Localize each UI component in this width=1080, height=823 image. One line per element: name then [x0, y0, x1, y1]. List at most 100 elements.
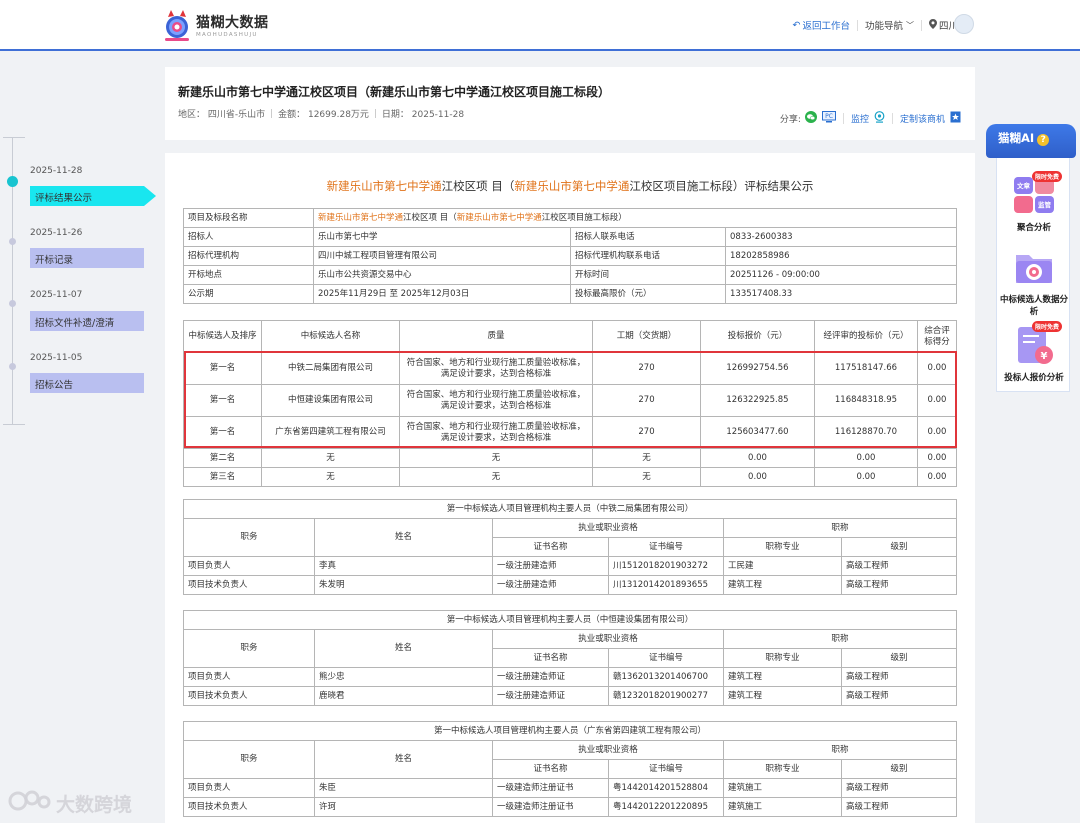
person-name-cell: 李真 — [314, 556, 493, 576]
column-header: 综合评标得分 — [917, 320, 957, 353]
cert-name-cell: 一级建造师注册证书 — [492, 778, 609, 798]
bookmark-icon[interactable] — [950, 111, 961, 126]
column-header: 级别 — [840, 759, 958, 779]
watermark: 大数跨境 — [8, 788, 132, 819]
pc-icon[interactable]: PC — [821, 111, 836, 126]
ai-panel-header[interactable]: 猫糊AI? — [986, 124, 1076, 158]
timeline-date: 2025-11-26 — [30, 228, 83, 238]
back-to-workbench-link[interactable]: ↶ 返回工作台 — [785, 18, 856, 33]
bid-price-cell: 0.00 — [700, 467, 815, 487]
free-badge: 限时免费 — [1031, 321, 1062, 332]
cert-number-cell: 粤1442014201528804 — [608, 778, 724, 798]
rank-cell: 第三名 — [183, 467, 262, 487]
customize-opportunity-link[interactable]: 定制该商机 — [900, 112, 945, 125]
monitor-icon[interactable] — [874, 111, 885, 126]
table-row: 开标地点 乐山市公共资源交易中心 开标时间 20251126 - 09:00:0… — [183, 265, 958, 285]
cert-number-cell: 赣1232018201900277 — [608, 686, 724, 706]
cell-label: 投标最高限价（元） — [570, 284, 726, 304]
table-row: 项目负责人 熊少忠 一级注册建造师证 赣1362013201406700 建筑工… — [183, 667, 958, 687]
title-level-cell: 高级工程师 — [840, 667, 958, 687]
cat-logo-icon — [162, 7, 192, 43]
site-logo[interactable]: 猫糊大数据 MAOHUDASHUJU — [162, 6, 272, 44]
help-icon[interactable]: ? — [1037, 134, 1050, 146]
table-row: 项目技术负责人 鹿晓君 一级注册建造师证 赣1232018201900277 建… — [183, 686, 958, 706]
function-nav-dropdown[interactable]: 功能导航 ﹀ — [858, 18, 921, 33]
duration-cell: 无 — [592, 448, 701, 468]
timeline-date: 2025-11-28 — [30, 166, 83, 176]
project-name-cell: 新建乐山市第七中学通江校区项 目（新建乐山市第七中学通江校区项目施工标段） — [312, 208, 958, 228]
column-header: 级别 — [840, 648, 958, 668]
timeline-dot — [9, 238, 16, 245]
project-info-table: 项目及标段名称 新建乐山市第七中学通江校区项 目（新建乐山市第七中学通江校区项目… — [183, 208, 958, 304]
table-row: 公示期 2025年11月29日 至 2025年12月03日 投标最高限价（元） … — [183, 284, 958, 304]
title-major-cell: 建筑工程 — [723, 667, 842, 687]
cell-label: 招标代理机构联系电话 — [570, 246, 726, 266]
timeline-cap — [3, 424, 25, 425]
table-row: 招标人 乐山市第七中学 招标人联系电话 0833-2600383 — [183, 227, 958, 247]
wechat-icon[interactable] — [804, 111, 817, 126]
column-header: 姓名 — [314, 740, 493, 779]
evaluated-price-cell: 117518147.66 — [814, 352, 918, 385]
cert-name-cell: 一级建造师注册证书 — [492, 797, 609, 817]
table-row: 第一名 中恒建设集团有限公司 符合国家、地方和行业现行施工质量验收标准，满足设计… — [183, 384, 957, 417]
bid-price-cell: 126992754.56 — [700, 352, 815, 385]
cert-number-cell: 川1512018201903272 — [608, 556, 724, 576]
column-header: 职务 — [183, 740, 315, 779]
title-major-cell: 建筑施工 — [723, 797, 842, 817]
table-row: 招标代理机构 四川中城工程项目管理有限公司 招标代理机构联系电话 1820285… — [183, 246, 958, 266]
cert-name-cell: 一级注册建造师证 — [492, 686, 609, 706]
table-row: 项目负责人 李真 一级注册建造师 川1512018201903272 工民建 高… — [183, 556, 958, 576]
column-header: 职称专业 — [723, 759, 842, 779]
timeline-item-bid-opening[interactable]: 开标记录 — [30, 248, 144, 268]
monitor-link[interactable]: 监控 — [851, 112, 869, 125]
aggregate-analysis-button[interactable]: 文章 监管 限时免费 聚合分析 — [997, 171, 1071, 233]
timeline-date: 2025-11-05 — [30, 353, 83, 363]
column-header: 质量 — [399, 320, 593, 353]
table-row: 项目及标段名称 新建乐山市第七中学通江校区项 目（新建乐山市第七中学通江校区项目… — [183, 208, 958, 228]
score-cell: 0.00 — [917, 448, 957, 468]
evaluated-price-cell: 0.00 — [814, 467, 918, 487]
timeline-item-tender-notice[interactable]: 招标公告 — [30, 373, 144, 393]
timeline-dot-active — [7, 176, 18, 187]
evaluated-price-cell: 0.00 — [814, 448, 918, 468]
column-header: 中标候选人名称 — [261, 320, 400, 353]
opening-time-value: 20251126 - 09:00:00 — [724, 265, 958, 285]
staff-table: 第一中标候选人项目管理机构主要人员（广东省第四建筑工程有限公司） 职务 姓名 执… — [182, 721, 958, 817]
person-name-cell: 朱臣 — [314, 778, 493, 798]
title-level-cell: 高级工程师 — [840, 778, 958, 798]
column-header: 姓名 — [314, 629, 493, 668]
watermark-logo-icon — [8, 788, 52, 819]
cell-label: 项目及标段名称 — [183, 208, 314, 228]
ai-side-panel: 文章 监管 限时免费 聚合分析 中标候选人数据分析 ¥ 限时免费 投标人报价分析 — [996, 150, 1070, 392]
candidate-name-cell: 中恒建设集团有限公司 — [261, 384, 400, 417]
rank-cell: 第一名 — [183, 352, 262, 385]
publicity-period-value: 2025年11月29日 至 2025年12月03日 — [313, 284, 571, 304]
column-header: 姓名 — [314, 518, 493, 557]
bid-price-cell: 0.00 — [700, 448, 815, 468]
timeline-item-evaluation-result[interactable]: 评标结果公示 — [30, 186, 156, 206]
timeline-item-addendum[interactable]: 招标文件补遗/澄清 — [30, 311, 144, 331]
title-level-cell: 高级工程师 — [840, 575, 958, 595]
table-header-row: 职务 姓名 执业或职业资格 职称 — [183, 740, 958, 779]
role-cell: 项目技术负责人 — [183, 575, 315, 595]
title-major-cell: 建筑工程 — [723, 686, 842, 706]
share-label: 分享: — [779, 115, 801, 125]
staff-table-caption: 第一中标候选人项目管理机构主要人员（中恒建设集团有限公司） — [182, 610, 958, 630]
table-row: 第一名 广东省第四建筑工程有限公司 符合国家、地方和行业现行施工质量验收标准，满… — [183, 416, 957, 449]
bidder-price-analysis-button[interactable]: ¥ 限时免费 投标人报价分析 — [997, 321, 1071, 383]
folder-target-icon — [1012, 245, 1056, 289]
candidate-data-analysis-button[interactable]: 中标候选人数据分析 — [997, 245, 1071, 317]
opening-place-value: 乐山市公共资源交易中心 — [313, 265, 571, 285]
column-header: 证书名称 — [492, 759, 609, 779]
column-header: 证书编号 — [608, 759, 724, 779]
divider — [842, 113, 844, 124]
project-meta: 地区： 四川省-乐山市 金额： 12699.28万元 日期： 2025-11-2… — [178, 107, 464, 120]
duration-cell: 270 — [592, 384, 701, 417]
score-cell: 0.00 — [917, 384, 957, 417]
title-level-cell: 高级工程师 — [840, 686, 958, 706]
staff-table: 第一中标候选人项目管理机构主要人员（中铁二局集团有限公司） 职务 姓名 执业或职… — [182, 499, 958, 595]
column-header: 执业或职业资格 — [492, 518, 724, 538]
announcement-content: 新建乐山市第七中学通江校区项 目（新建乐山市第七中学通江校区项目施工标段）评标结… — [165, 153, 975, 823]
svg-text:PC: PC — [825, 113, 833, 120]
user-avatar[interactable] — [954, 14, 974, 34]
